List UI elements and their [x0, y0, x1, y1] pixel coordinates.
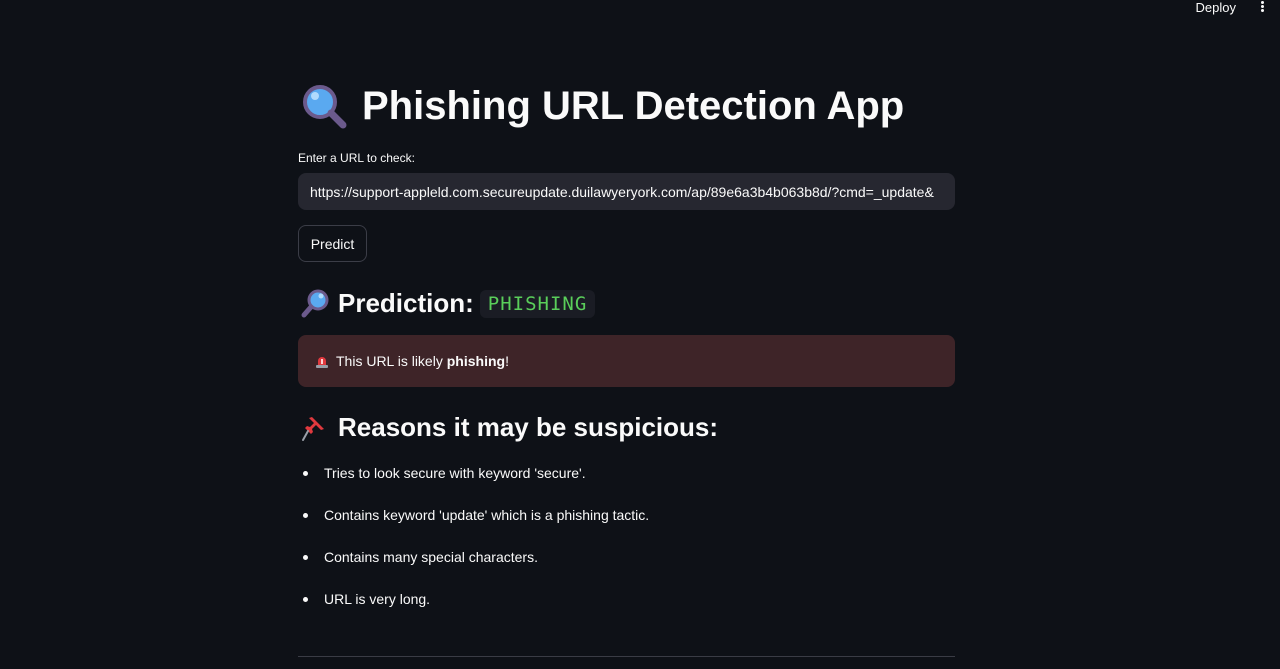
list-item: URL is very long.: [298, 588, 649, 630]
page-title: Phishing URL Detection App: [300, 82, 904, 130]
top-toolbar: Deploy: [0, 0, 1280, 18]
predict-button[interactable]: Predict: [298, 225, 367, 262]
page-title-text: Phishing URL Detection App: [362, 83, 905, 128]
more-vertical-icon[interactable]: [1256, 0, 1268, 14]
deploy-button[interactable]: Deploy: [1196, 0, 1236, 15]
list-item: Contains keyword 'update' which is a phi…: [298, 504, 649, 546]
divider: [298, 656, 955, 657]
magnifier-right-icon: [301, 289, 329, 317]
prediction-value: PHISHING: [479, 289, 596, 318]
url-input[interactable]: [298, 173, 955, 210]
alert-text-bold: phishing: [446, 353, 506, 369]
reasons-heading-text: Reasons it may be suspicious:: [338, 412, 719, 442]
prediction-heading: Prediction: PHISHING: [300, 288, 596, 319]
reasons-heading: Reasons it may be suspicious:: [300, 412, 718, 443]
pushpin-icon: [302, 416, 324, 441]
magnifier-left-icon: [303, 85, 347, 129]
url-input-label: Enter a URL to check:: [298, 151, 415, 165]
alert-text: This URL is likely phishing!: [336, 353, 509, 369]
reasons-list: Tries to look secure with keyword 'secur…: [298, 462, 649, 630]
phishing-alert: This URL is likely phishing!: [298, 335, 955, 387]
list-item: Contains many special characters.: [298, 546, 649, 588]
prediction-label: Prediction:: [338, 288, 474, 318]
siren-icon: [316, 357, 328, 368]
list-item: Tries to look secure with keyword 'secur…: [298, 462, 649, 504]
